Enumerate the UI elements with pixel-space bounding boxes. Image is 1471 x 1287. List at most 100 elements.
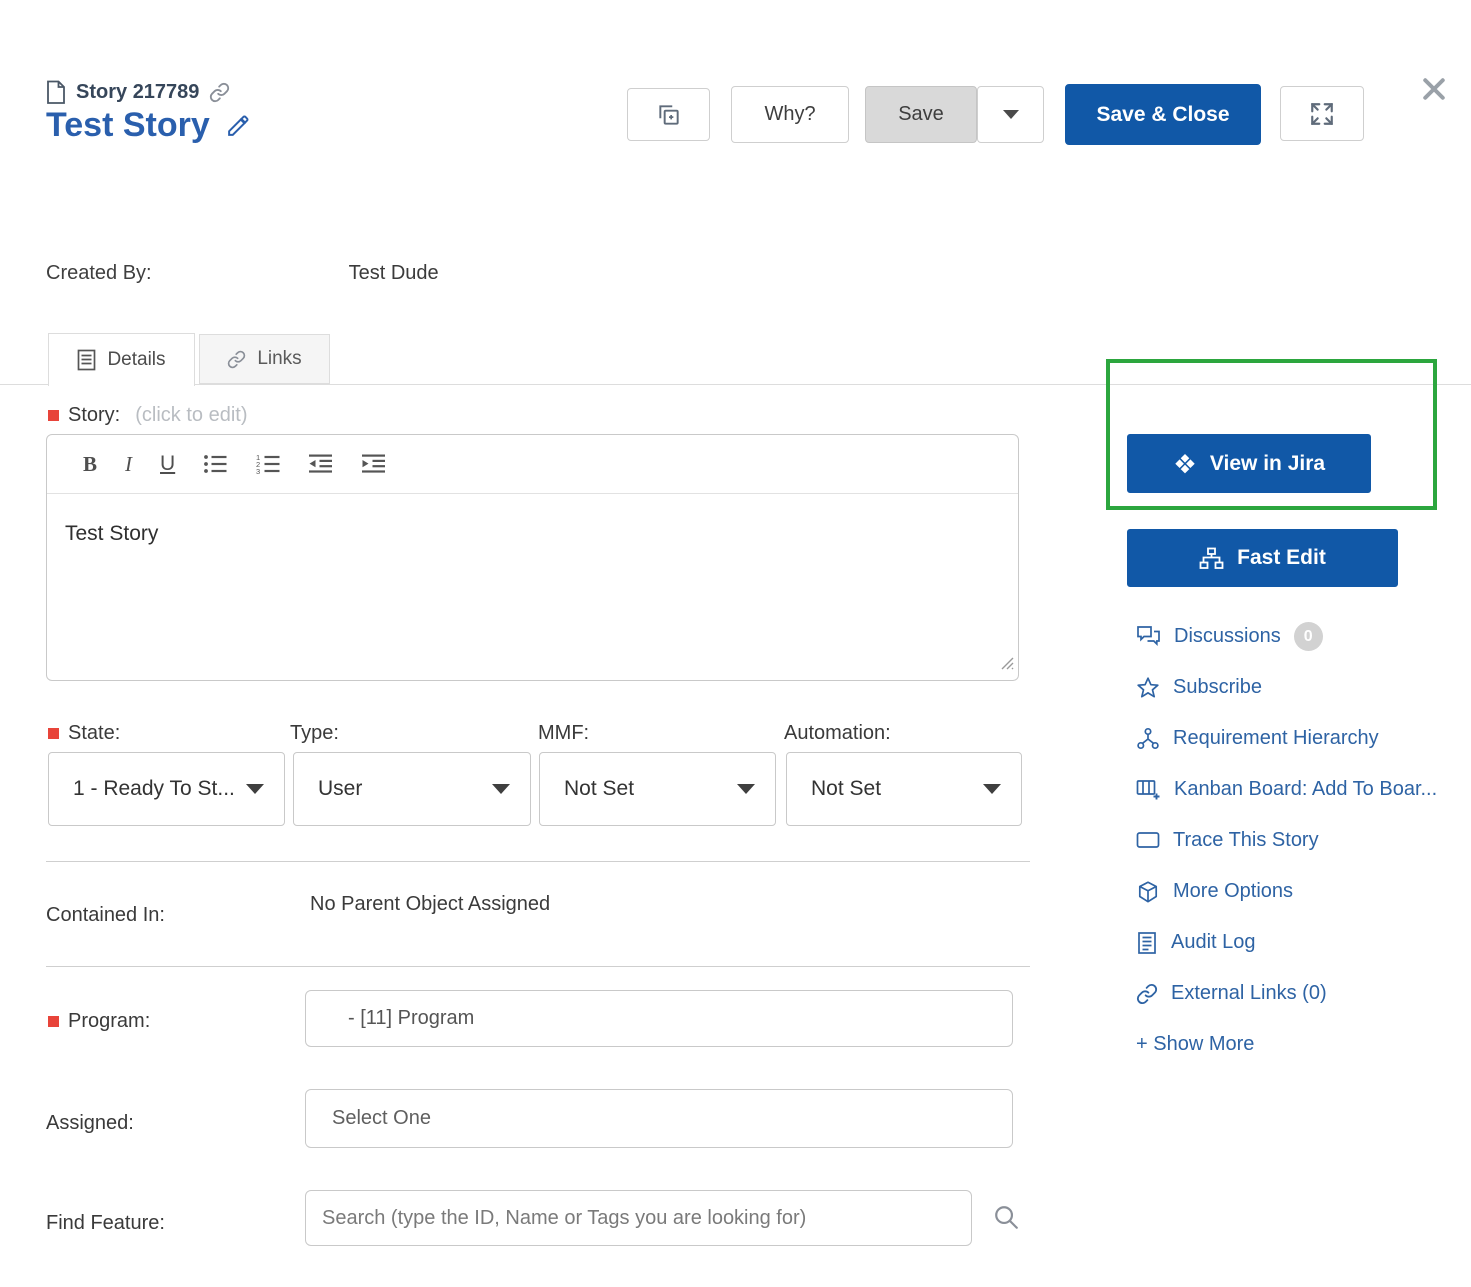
section-divider [46,966,1030,967]
state-select-value: 1 - Ready To St... [73,777,235,800]
section-divider [46,861,1030,862]
sidebar-link-label: External Links (0) [1171,982,1327,1004]
page-title-row: Test Story [46,106,251,145]
bullet-list-icon[interactable] [203,454,228,474]
automation-select-value: Not Set [811,777,882,800]
link-icon [1136,983,1158,1005]
sidebar-link-discussions[interactable]: Discussions 0 [1136,611,1471,662]
svg-text:3: 3 [256,467,260,474]
italic-button[interactable]: I [125,452,132,477]
story-id-label: Story 217789 [76,81,200,103]
assigned-select[interactable] [305,1089,1013,1148]
find-feature-search-input[interactable] [305,1190,972,1246]
mmf-label: MMF: [538,722,590,744]
mmf-select-value: Not Set [564,777,635,800]
created-by-label: Created By: [46,262,152,284]
story-text-area[interactable]: Test Story [47,494,1018,680]
details-tab-icon [77,349,96,371]
cube-icon [1136,880,1160,904]
kanban-board-icon [1136,778,1161,801]
sidebar-link-requirement-hierarchy[interactable]: Requirement Hierarchy [1136,713,1471,764]
expand-button[interactable] [1280,86,1364,141]
outdent-icon[interactable] [309,454,334,474]
sidebar-link-subscribe[interactable]: Subscribe [1136,662,1471,713]
state-select[interactable]: 1 - Ready To St... [48,752,285,826]
sidebar-link-label: Trace This Story [1173,829,1319,851]
sidebar-link-kanban-board[interactable]: Kanban Board: Add To Boar... [1136,764,1471,815]
resize-handle[interactable] [1001,652,1014,676]
numbered-list-icon[interactable]: 1 2 3 [256,454,281,474]
chevron-down-icon [983,784,1001,794]
story-editor: B I U 1 2 3 Test Story [46,434,1019,681]
contained-in-value: No Parent Object Assigned [310,893,551,915]
story-detail-page: Story 217789 Test Story Why? Save Save &… [0,0,1471,1287]
sidebar-links: Discussions 0 Subscribe Requirement Hier… [1136,611,1471,1070]
sidebar-link-audit-log[interactable]: Audit Log [1136,917,1471,968]
chevron-down-icon [737,784,755,794]
why-button-label: Why? [764,103,816,125]
search-icon[interactable] [992,1203,1021,1237]
type-select-value: User [318,777,363,800]
discussions-icon [1136,625,1161,648]
tab-links[interactable]: Links [199,334,330,384]
program-label: Program: [68,1010,151,1032]
created-by-value: Test Dude [348,262,439,284]
sidebar-link-label: Subscribe [1173,676,1262,698]
story-field-label: Story: [68,404,121,426]
type-select[interactable]: User [293,752,531,826]
story-field-label-row: Story: (click to edit) [48,404,248,427]
state-label: State: [68,722,121,744]
chevron-down-icon [246,784,264,794]
sidebar-link-label: More Options [1173,880,1294,902]
sidebar-link-trace-story[interactable]: Trace This Story [1136,815,1471,866]
save-close-label: Save & Close [1096,102,1230,126]
hierarchy-icon [1136,727,1160,751]
star-icon [1136,676,1160,700]
fast-edit-button[interactable]: Fast Edit [1127,529,1398,587]
automation-label-row: Automation: [784,722,891,745]
clone-button[interactable] [627,88,710,141]
automation-label: Automation: [784,722,891,744]
find-feature-label: Find Feature: [46,1212,165,1234]
story-text: Test Story [65,522,159,545]
save-button[interactable]: Save [865,86,977,143]
jira-icon [1173,452,1197,476]
permalink-icon[interactable] [209,82,230,103]
click-to-edit-hint: (click to edit) [135,404,248,426]
save-close-button[interactable]: Save & Close [1065,84,1261,145]
automation-select[interactable]: Not Set [786,752,1022,826]
audit-log-icon [1136,931,1158,955]
view-in-jira-button[interactable]: View in Jira [1127,434,1371,493]
sidebar-link-label: Audit Log [1171,931,1256,953]
mmf-select[interactable]: Not Set [539,752,776,826]
sidebar-link-label: Kanban Board: Add To Boar... [1174,778,1438,800]
indent-icon[interactable] [362,454,387,474]
tab-links-label: Links [257,348,302,369]
required-indicator [48,1016,59,1027]
why-button[interactable]: Why? [731,86,849,143]
sidebar-link-show-more[interactable]: + Show More [1136,1019,1471,1070]
discussions-count-badge: 0 [1293,622,1323,651]
close-button[interactable] [1419,74,1449,109]
sidebar-link-external-links[interactable]: External Links (0) [1136,968,1471,1019]
sidebar-link-more-options[interactable]: More Options [1136,866,1471,917]
program-input[interactable] [305,990,1013,1047]
created-by-row: Created By: Test Dude [46,262,546,285]
editor-toolbar: B I U 1 2 3 [47,435,1018,494]
fast-edit-icon [1199,547,1224,570]
edit-title-icon[interactable] [226,113,251,138]
fast-edit-label: Fast Edit [1237,546,1326,569]
type-label-row: Type: [290,722,339,745]
trace-icon [1136,830,1160,851]
sidebar-link-label: + Show More [1136,1033,1255,1055]
program-label-row: Program: [48,1010,150,1033]
bold-button[interactable]: B [83,452,97,477]
tab-details[interactable]: Details [48,333,195,386]
tab-details-label: Details [107,349,166,370]
story-type-icon [46,80,66,105]
sidebar-link-label: Discussions [1174,625,1281,647]
save-options-button[interactable] [977,86,1044,143]
assigned-label: Assigned: [46,1112,134,1134]
mmf-label-row: MMF: [538,722,589,745]
underline-button[interactable]: U [160,452,175,476]
